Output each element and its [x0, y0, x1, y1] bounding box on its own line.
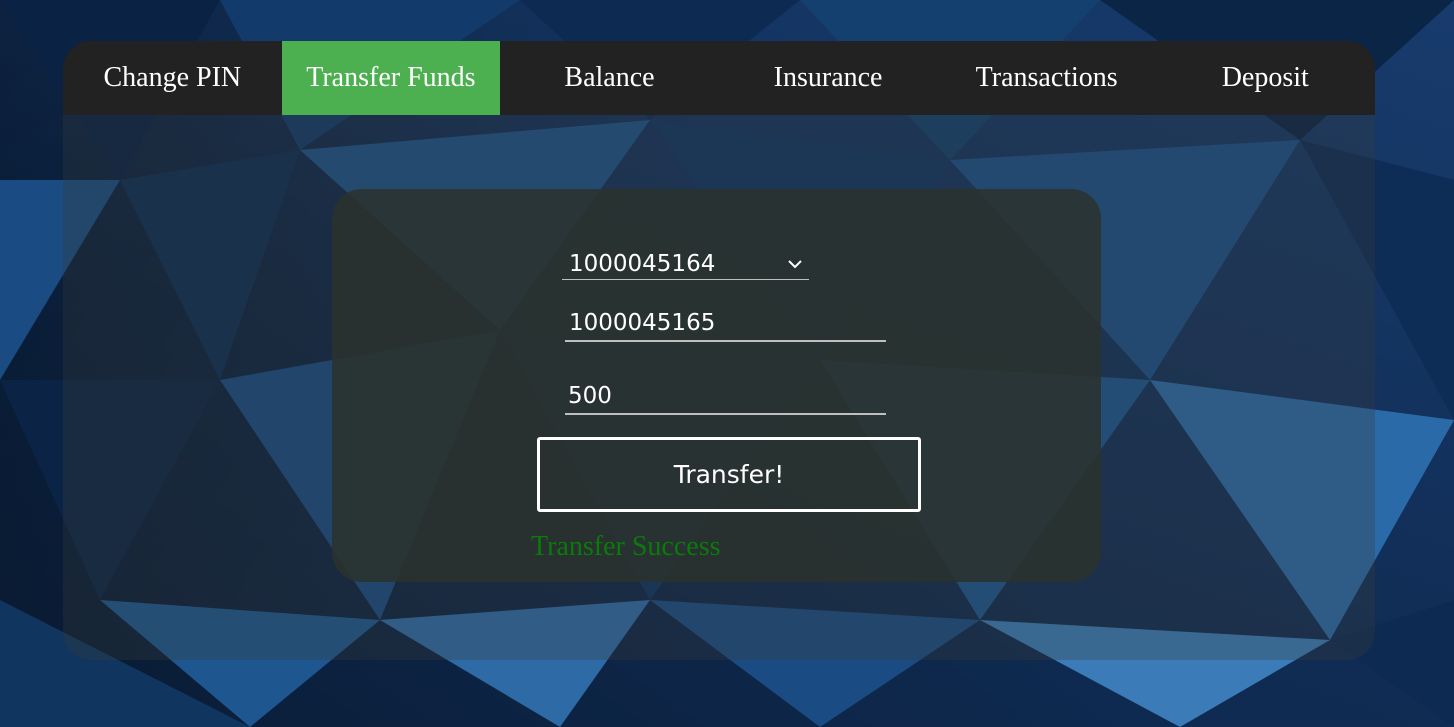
to-account-input[interactable]: 1000045165	[565, 306, 886, 342]
transfer-card: 1000045164 1000045165 500 Transfer! Tran…	[332, 189, 1101, 582]
to-account-value: 1000045165	[569, 310, 716, 336]
transfer-button[interactable]: Transfer!	[537, 437, 921, 512]
from-account-select[interactable]: 1000045164	[562, 248, 809, 280]
amount-input[interactable]: 500	[565, 378, 886, 415]
status-message: Transfer Success	[531, 531, 721, 562]
content-layer: 1000045164 1000045165 500 Transfer! Tran…	[63, 41, 1375, 660]
chevron-down-icon	[788, 260, 802, 269]
amount-value: 500	[568, 383, 612, 409]
transfer-button-label: Transfer!	[673, 460, 785, 489]
from-account-value: 1000045164	[569, 251, 716, 277]
